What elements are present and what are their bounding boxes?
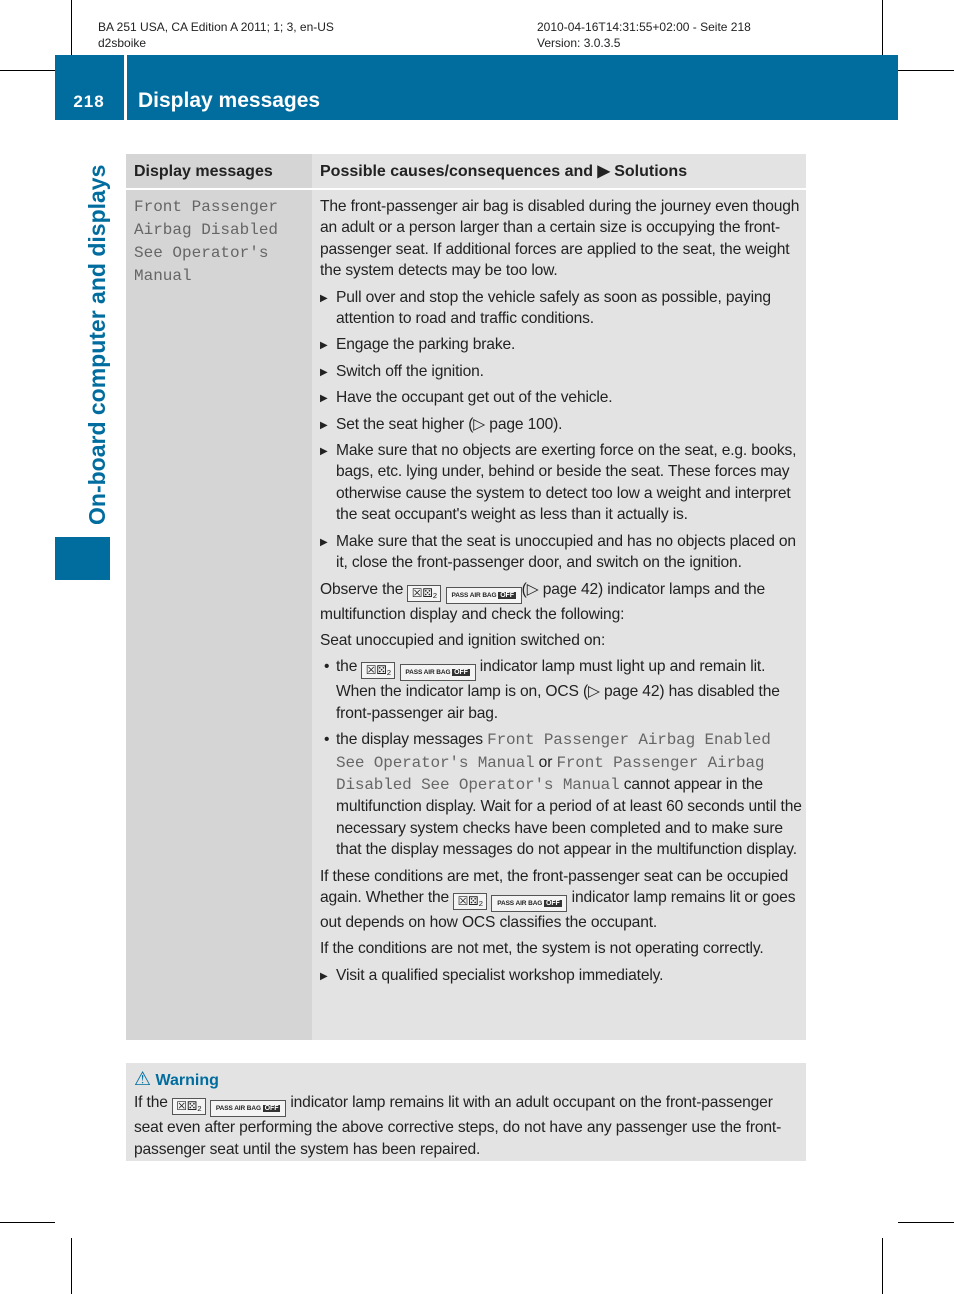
paragraph: The front-passenger air bag is disabled … [320,198,800,280]
step: Have the occupant get out of the vehicle… [320,387,804,410]
step: Pull over and stop the vehicle safely as… [320,287,804,330]
icon-text: PASS AIR BAG [451,591,497,599]
pass-air-bag-off-icon: PASS AIR BAG OFF [491,894,568,912]
crop-mark [882,0,883,55]
warning-triangle-icon: ⚠ [134,1069,152,1090]
seat-occupant-icon: ☒⚄₂ [361,662,396,680]
pass-air-bag-off-icon: PASS AIR BAG OFF [210,1100,287,1117]
doc-timestamp: 2010-04-16T14:31:55+02:00 - Seite 218 [537,20,751,34]
step: Set the seat higher (▷ page 100). [320,414,804,437]
header-text: Solutions [614,163,688,180]
crop-mark [71,0,72,55]
bullet: the display messages Front Passenger Air… [320,729,804,860]
column-header-messages: Display messages [126,154,312,190]
column-header-causes: Possible causes/consequences and ▶ Solut… [312,154,806,190]
crop-mark [898,70,954,71]
icon-text: OFF [452,669,470,677]
step: Visit a qualified specialist workshop im… [320,965,804,988]
side-tab-marker [55,537,110,580]
step: Make sure that no objects are exerting f… [320,440,804,526]
display-message: Front Passenger Airbag Disabled See Oper… [134,198,279,285]
warning-heading: ⚠ Warning [134,1068,219,1091]
header-text: Possible causes/consequences and [320,163,594,180]
crop-mark [898,1222,954,1223]
icon-text: PASS AIR BAG [405,669,451,677]
text: Observe the [320,580,404,598]
crop-mark [0,70,55,71]
doc-id: BA 251 USA, CA Edition A 2011; 1; 3, en-… [98,20,334,34]
step: Switch off the ignition. [320,361,804,384]
paragraph: If the conditions are not met, the syste… [320,940,764,958]
icon-text: OFF [498,591,516,599]
seat-occupant-icon: ☒⚄₂ [453,892,488,910]
text: If the [134,1094,168,1111]
paragraph: If these conditions are met, the front-p… [320,866,804,934]
page-title: Display messages [138,89,321,112]
causes-solutions: The front-passenger air bag is disabled … [320,196,804,991]
page-number: 218 [73,92,105,111]
warning-title: Warning [155,1072,219,1089]
step: Engage the parking brake. [320,334,804,357]
seat-occupant-icon: ☒⚄₂ [407,584,442,602]
display-messages-table: Display messages Possible causes/consequ… [126,154,806,1040]
crop-mark [0,1222,55,1223]
divider [124,55,127,120]
header-right: 2010-04-16T14:31:55+02:00 - Seite 218 Ver… [537,19,751,51]
header-left: BA 251 USA, CA Edition A 2011; 1; 3, en-… [98,19,334,51]
warning-box: ⚠ Warning If the ☒⚄₂ PASS AIR BAG OFF in… [126,1063,806,1161]
text: the [336,658,358,676]
crop-mark [882,1238,883,1294]
warning-text: If the ☒⚄₂ PASS AIR BAG OFF indicator la… [134,1092,800,1161]
icon-text: OFF [543,899,562,907]
seat-occupant-icon: ☒⚄₂ [171,1098,206,1115]
bullet: the ☒⚄₂ PASS AIR BAG OFF indicator lamp … [320,656,804,724]
icon-text: PASS AIR BAG [497,899,543,907]
paragraph: Seat unoccupied and ignition switched on… [320,631,606,649]
pass-air-bag-off-icon: PASS AIR BAG OFF [445,586,522,604]
doc-author: d2sboike [98,36,147,50]
icon-text: PASS AIR BAG [215,1105,261,1112]
paragraph: Observe the ☒⚄₂ PASS AIR BAG OFF (▷ page … [320,579,804,625]
icon-text: OFF [262,1105,281,1112]
crop-mark [71,1238,72,1294]
text: the display messages [336,731,483,749]
pass-air-bag-off-icon: PASS AIR BAG OFF [399,664,476,682]
side-tab-label: On-board computer and displays [84,164,110,525]
doc-version: Version: 3.0.3.5 [537,36,621,50]
text: or [538,753,553,771]
step: Make sure that the seat is unoccupied an… [320,531,804,574]
